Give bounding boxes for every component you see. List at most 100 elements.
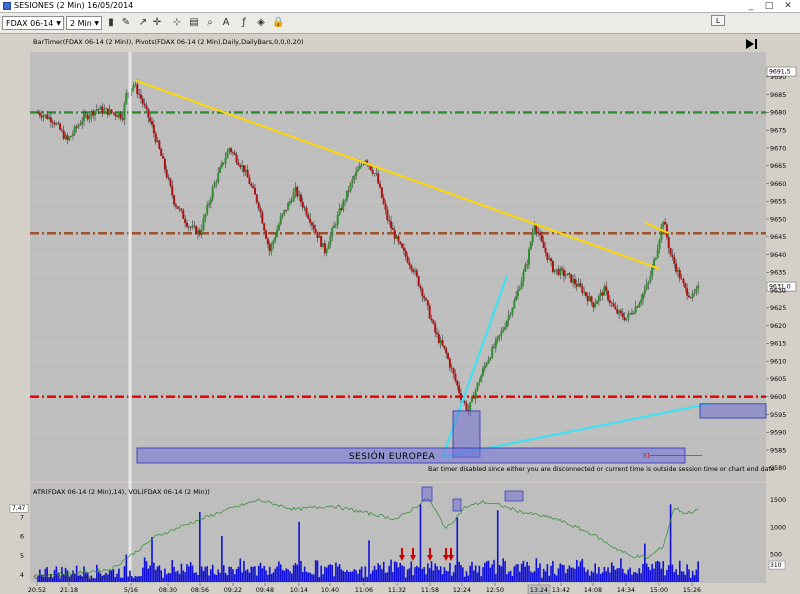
volume-bar: [246, 569, 249, 582]
volume-bar: [596, 573, 598, 582]
top-price-label: 9691,5: [769, 69, 791, 76]
candle-body: [594, 303, 597, 308]
candle-body: [533, 225, 536, 233]
volume-bar: [127, 576, 129, 582]
second-price-label: 9630: [770, 287, 786, 294]
volume-bar: [292, 565, 295, 582]
candle-body: [676, 269, 679, 272]
candle-body: [143, 103, 146, 106]
volume-bar: [221, 536, 223, 582]
volume-bar: [381, 569, 383, 582]
volume-bar: [165, 574, 168, 582]
candle-body: [516, 290, 519, 297]
x-tick-label: 09:48: [256, 587, 274, 594]
y-tick-label: 9685: [770, 91, 786, 99]
volume-bar: [660, 568, 663, 582]
candle-body: [42, 115, 45, 118]
volume-bar: [311, 574, 313, 582]
candle-body: [309, 218, 312, 223]
volume-bar: [436, 566, 438, 582]
candle-body: [145, 105, 148, 109]
volume-bar: [406, 569, 409, 582]
volume-bar: [502, 558, 505, 582]
candle-body: [518, 289, 521, 291]
volume-bar: [574, 568, 576, 582]
volume-bar: [581, 559, 584, 582]
candle-body: [53, 122, 56, 125]
volume-bar: [178, 574, 181, 582]
volume-bar: [583, 567, 585, 582]
volume-bar: [393, 561, 396, 582]
volume-bar: [145, 561, 148, 582]
atr-tick-label: 6: [20, 534, 24, 541]
copyright: © 2014 NinjaTrader, LLC: [33, 574, 107, 581]
candle-body: [410, 265, 413, 270]
candle-body: [356, 168, 359, 172]
volume-bar: [541, 577, 543, 582]
candle-body: [443, 345, 446, 349]
chart-window: SESIONES (2 Min) 16/05/2014 _ □ ✕ FDAX 0…: [0, 0, 800, 594]
candle-body: [237, 162, 240, 166]
candle-body: [281, 213, 284, 217]
candle-body: [605, 286, 608, 291]
volume-bar: [671, 564, 674, 582]
volume-bar: [473, 570, 475, 582]
volume-bar: [638, 568, 641, 582]
candle-body: [434, 323, 437, 333]
volume-bar: [645, 563, 648, 582]
volume-bar: [259, 562, 262, 582]
volume-bar: [695, 569, 698, 582]
candle-body: [509, 314, 512, 316]
volume-bar: [566, 568, 569, 582]
volume-bar: [682, 571, 685, 582]
candle-body: [268, 243, 271, 252]
candle-body: [515, 296, 518, 301]
candle-body: [106, 108, 109, 115]
candle-body: [596, 301, 599, 304]
volume-bar: [688, 569, 690, 582]
volume-bar: [265, 570, 267, 582]
volume-bar: [147, 568, 150, 582]
candle-body: [415, 270, 418, 277]
candle-body: [305, 207, 308, 216]
volume-bar: [417, 567, 420, 582]
volume-bar: [403, 566, 405, 582]
volume-bar: [662, 561, 665, 582]
candle-body: [697, 285, 700, 289]
chart-area: SESIÓN EUROPEA S1 95809585959095959600960…: [0, 34, 800, 594]
volume-bar: [408, 568, 411, 582]
volume-bar: [491, 564, 494, 582]
volume-bar: [267, 574, 269, 582]
candle-body: [75, 126, 78, 128]
candle-body: [196, 230, 199, 235]
candle-body: [362, 164, 365, 166]
volume-bar: [305, 571, 308, 582]
volume-bar: [375, 569, 378, 582]
volume-bar: [151, 537, 153, 582]
volume-bar: [226, 575, 229, 582]
volume-bar: [489, 567, 492, 582]
candle-body: [564, 275, 567, 277]
candle-body: [79, 124, 82, 126]
candle-body: [208, 203, 211, 205]
candle-body: [441, 340, 444, 346]
candle-body: [493, 346, 496, 348]
candle-body: [401, 243, 404, 248]
volume-bar: [605, 571, 608, 582]
candle-body: [388, 220, 391, 222]
x-tick-label: 11:06: [355, 587, 373, 594]
volume-bar: [445, 570, 448, 582]
candle-body: [277, 224, 280, 230]
volume-bar: [410, 561, 413, 582]
volume-bar: [686, 564, 688, 582]
candle-body: [406, 256, 409, 263]
volume-bar: [616, 568, 619, 582]
volume-bar: [377, 563, 379, 582]
volume-bar: [248, 572, 251, 582]
candle-body: [301, 201, 304, 208]
y-tick-label: 9585: [770, 446, 786, 454]
session-label: SESIÓN EUROPEA: [349, 450, 436, 462]
candle-body: [577, 283, 580, 287]
volume-bar: [441, 574, 444, 582]
candle-body: [202, 218, 205, 230]
